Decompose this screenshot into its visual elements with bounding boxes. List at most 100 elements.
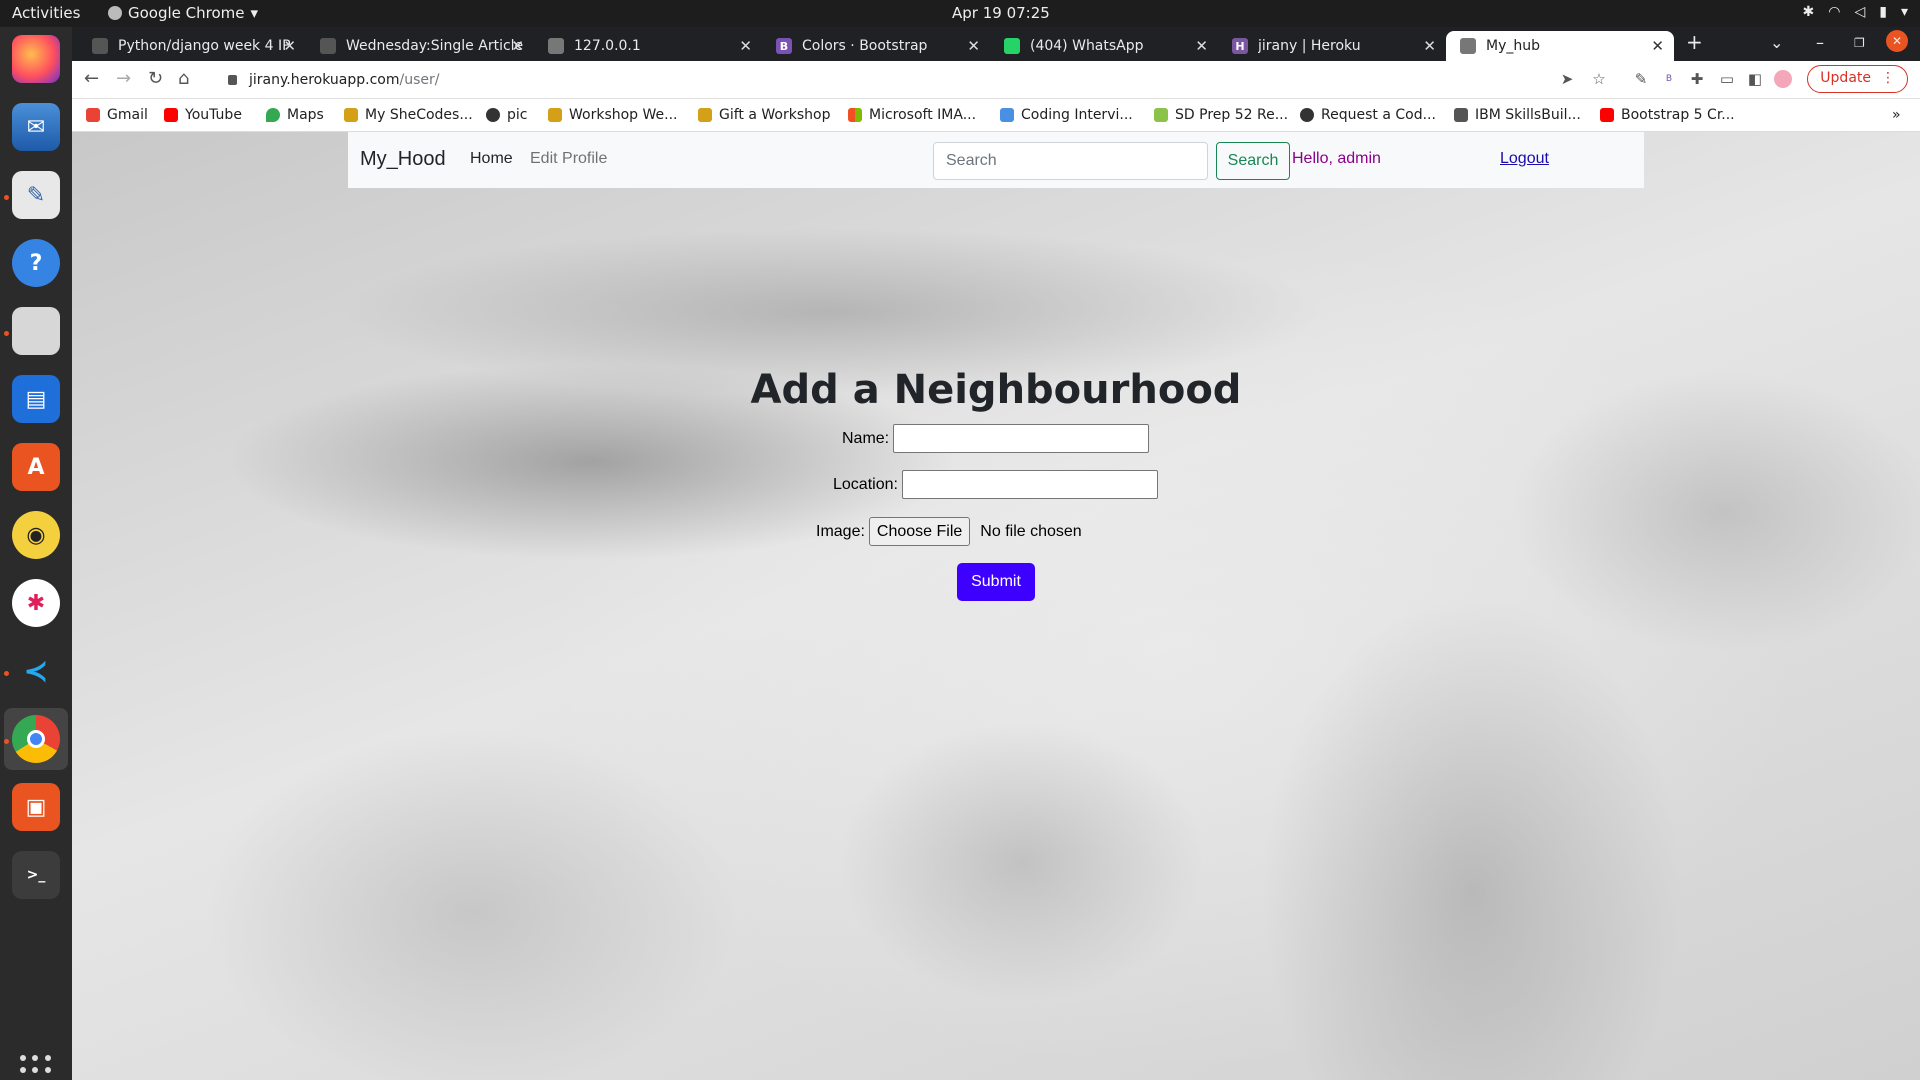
tab-active[interactable]: My_hub ✕ — [1446, 31, 1674, 61]
writer-icon[interactable]: ▤ — [12, 375, 60, 423]
kebab-menu-icon: ⋮ — [1881, 70, 1895, 86]
globe-favicon-icon — [1460, 38, 1476, 54]
bookmark-item[interactable]: Maps — [266, 107, 324, 123]
extensions-puzzle-icon[interactable]: ✚ — [1688, 70, 1706, 88]
location-field[interactable] — [901, 470, 1158, 499]
restore-icon[interactable]: ❐ — [1854, 36, 1865, 50]
tab-title: My_hub — [1486, 38, 1540, 54]
minimize-icon[interactable]: – — [1816, 33, 1824, 52]
submit-button[interactable]: Submit — [957, 563, 1035, 601]
impress-icon[interactable]: ▣ — [12, 783, 60, 831]
whatsapp-favicon-icon — [1004, 38, 1020, 54]
send-tab-icon[interactable]: ➤ — [1558, 70, 1576, 88]
tab-close-icon[interactable]: ✕ — [967, 37, 980, 55]
vscode-icon[interactable]: ≺ — [12, 647, 60, 695]
tab-close-icon[interactable]: ✕ — [739, 37, 752, 55]
reload-icon[interactable]: ↻ — [148, 68, 163, 89]
chrome-icon[interactable] — [12, 715, 60, 763]
software-center-icon[interactable]: A — [12, 443, 60, 491]
tab-title: Python/django week 4 IP — [118, 38, 291, 54]
search-input[interactable] — [933, 142, 1208, 180]
user-greeting: Hello, admin — [1292, 150, 1381, 167]
tab-close-icon[interactable]: ✕ — [1423, 37, 1436, 55]
slack-icon[interactable]: ✱ — [12, 579, 60, 627]
text-editor-icon[interactable]: ✎ — [12, 171, 60, 219]
tab[interactable]: (404) WhatsApp ✕ — [990, 31, 1218, 61]
tab-search-icon[interactable]: ⌄ — [1770, 33, 1783, 52]
bookmark-item[interactable]: Bootstrap 5 Cr... — [1600, 107, 1735, 123]
ibm-icon — [1454, 108, 1468, 122]
tab-close-icon[interactable]: ✕ — [1651, 37, 1664, 55]
microsoft-icon — [848, 108, 862, 122]
bookmark-item[interactable]: YouTube — [164, 107, 242, 123]
tab[interactable]: Wednesday:Single Article ✕ — [306, 31, 534, 61]
app-menu[interactable]: Google Chrome ▾ — [108, 4, 258, 22]
tab-close-icon[interactable]: ✕ — [283, 37, 296, 55]
bookmark-item[interactable]: IBM SkillsBuil... — [1454, 107, 1581, 123]
power-menu-icon[interactable]: ▾ — [1901, 4, 1908, 20]
url-path: /user/ — [399, 72, 440, 88]
rhythmbox-icon[interactable]: ◉ — [12, 511, 60, 559]
bookmark-item[interactable]: My SheCodes... — [344, 107, 473, 123]
back-icon[interactable]: ← — [84, 68, 99, 89]
update-label: Update — [1820, 70, 1871, 86]
profile-avatar-icon[interactable] — [1774, 70, 1792, 88]
logout-link[interactable]: Logout — [1500, 150, 1549, 168]
new-tab-icon[interactable]: + — [1686, 30, 1703, 54]
cast-icon[interactable]: ▭ — [1718, 70, 1736, 88]
wifi-icon[interactable]: ◠ — [1828, 4, 1840, 20]
bookmark-item[interactable]: Microsoft IMA... — [848, 107, 976, 123]
show-applications-icon[interactable] — [20, 1055, 52, 1080]
tab[interactable]: 127.0.0.1 ✕ — [534, 31, 762, 61]
chrome-small-icon — [108, 6, 122, 20]
tab-favicon-icon — [320, 38, 336, 54]
bookmark-item[interactable]: Gmail — [86, 107, 148, 123]
activities-button[interactable]: Activities — [12, 4, 80, 22]
app-name: Google Chrome — [128, 4, 245, 22]
slack-tray-icon[interactable]: ✱ — [1803, 4, 1815, 20]
file-status: No file chosen — [980, 522, 1082, 540]
bookmark-item[interactable]: pic — [486, 107, 527, 123]
home-icon[interactable]: ⌂ — [178, 68, 189, 89]
side-panel-icon[interactable]: ◧ — [1746, 70, 1764, 88]
system-top-bar: Activities Google Chrome ▾ Apr 19 07:25 … — [0, 0, 1920, 27]
tab[interactable]: B Colors · Bootstrap ✕ — [762, 31, 990, 61]
close-window-icon[interactable]: ✕ — [1886, 30, 1908, 52]
bookmark-item[interactable]: Coding Intervi... — [1000, 107, 1133, 123]
nav-home-link[interactable]: Home — [470, 150, 513, 168]
help-icon[interactable]: ? — [12, 239, 60, 287]
bookmark-item[interactable]: Workshop We... — [548, 107, 678, 123]
bookmark-item[interactable]: SD Prep 52 Re... — [1154, 107, 1288, 123]
tab[interactable]: H jirany | Heroku ✕ — [1218, 31, 1446, 61]
bookmark-label: Coding Intervi... — [1021, 107, 1133, 123]
extension-icon[interactable]: ✎ — [1632, 70, 1650, 88]
thunderbird-icon[interactable]: ✉ — [12, 103, 60, 151]
bookmark-item[interactable]: Request a Cod... — [1300, 107, 1436, 123]
tab-close-icon[interactable]: ✕ — [511, 37, 524, 55]
bookmark-label: Workshop We... — [569, 107, 678, 123]
tab-close-icon[interactable]: ✕ — [1195, 37, 1208, 55]
forward-icon[interactable]: → — [116, 68, 131, 89]
bookmark-star-icon[interactable]: ☆ — [1590, 70, 1608, 88]
update-button[interactable]: Update ⋮ — [1807, 65, 1908, 93]
bookmark-label: Microsoft IMA... — [869, 107, 977, 123]
more-bookmarks-icon[interactable]: » — [1892, 107, 1901, 123]
url-host: jirany.herokuapp.com — [249, 72, 400, 88]
shecodes-icon — [548, 108, 562, 122]
bootstrap-extension-icon[interactable]: B — [1660, 70, 1678, 88]
site-brand[interactable]: My_Hood — [360, 148, 446, 171]
address-bar[interactable]: jirany.herokuapp.com/user/ — [212, 65, 1512, 95]
files-icon[interactable] — [12, 307, 60, 355]
choose-file-button[interactable]: Choose File — [868, 517, 971, 546]
bookmark-item[interactable]: Gift a Workshop — [698, 107, 830, 123]
search-button[interactable]: Search — [1216, 142, 1290, 180]
name-field[interactable] — [893, 424, 1150, 453]
terminal-icon[interactable]: >_ — [12, 851, 60, 899]
nav-edit-profile-link[interactable]: Edit Profile — [530, 150, 607, 168]
system-tray[interactable]: ✱ ◠ ◁ ▮ ▾ — [1803, 4, 1908, 20]
tab[interactable]: Python/django week 4 IP ✕ — [78, 31, 306, 61]
firefox-icon[interactable] — [12, 35, 60, 83]
battery-icon[interactable]: ▮ — [1879, 4, 1887, 20]
clock[interactable]: Apr 19 07:25 — [952, 4, 1050, 22]
volume-icon[interactable]: ◁ — [1854, 4, 1865, 20]
